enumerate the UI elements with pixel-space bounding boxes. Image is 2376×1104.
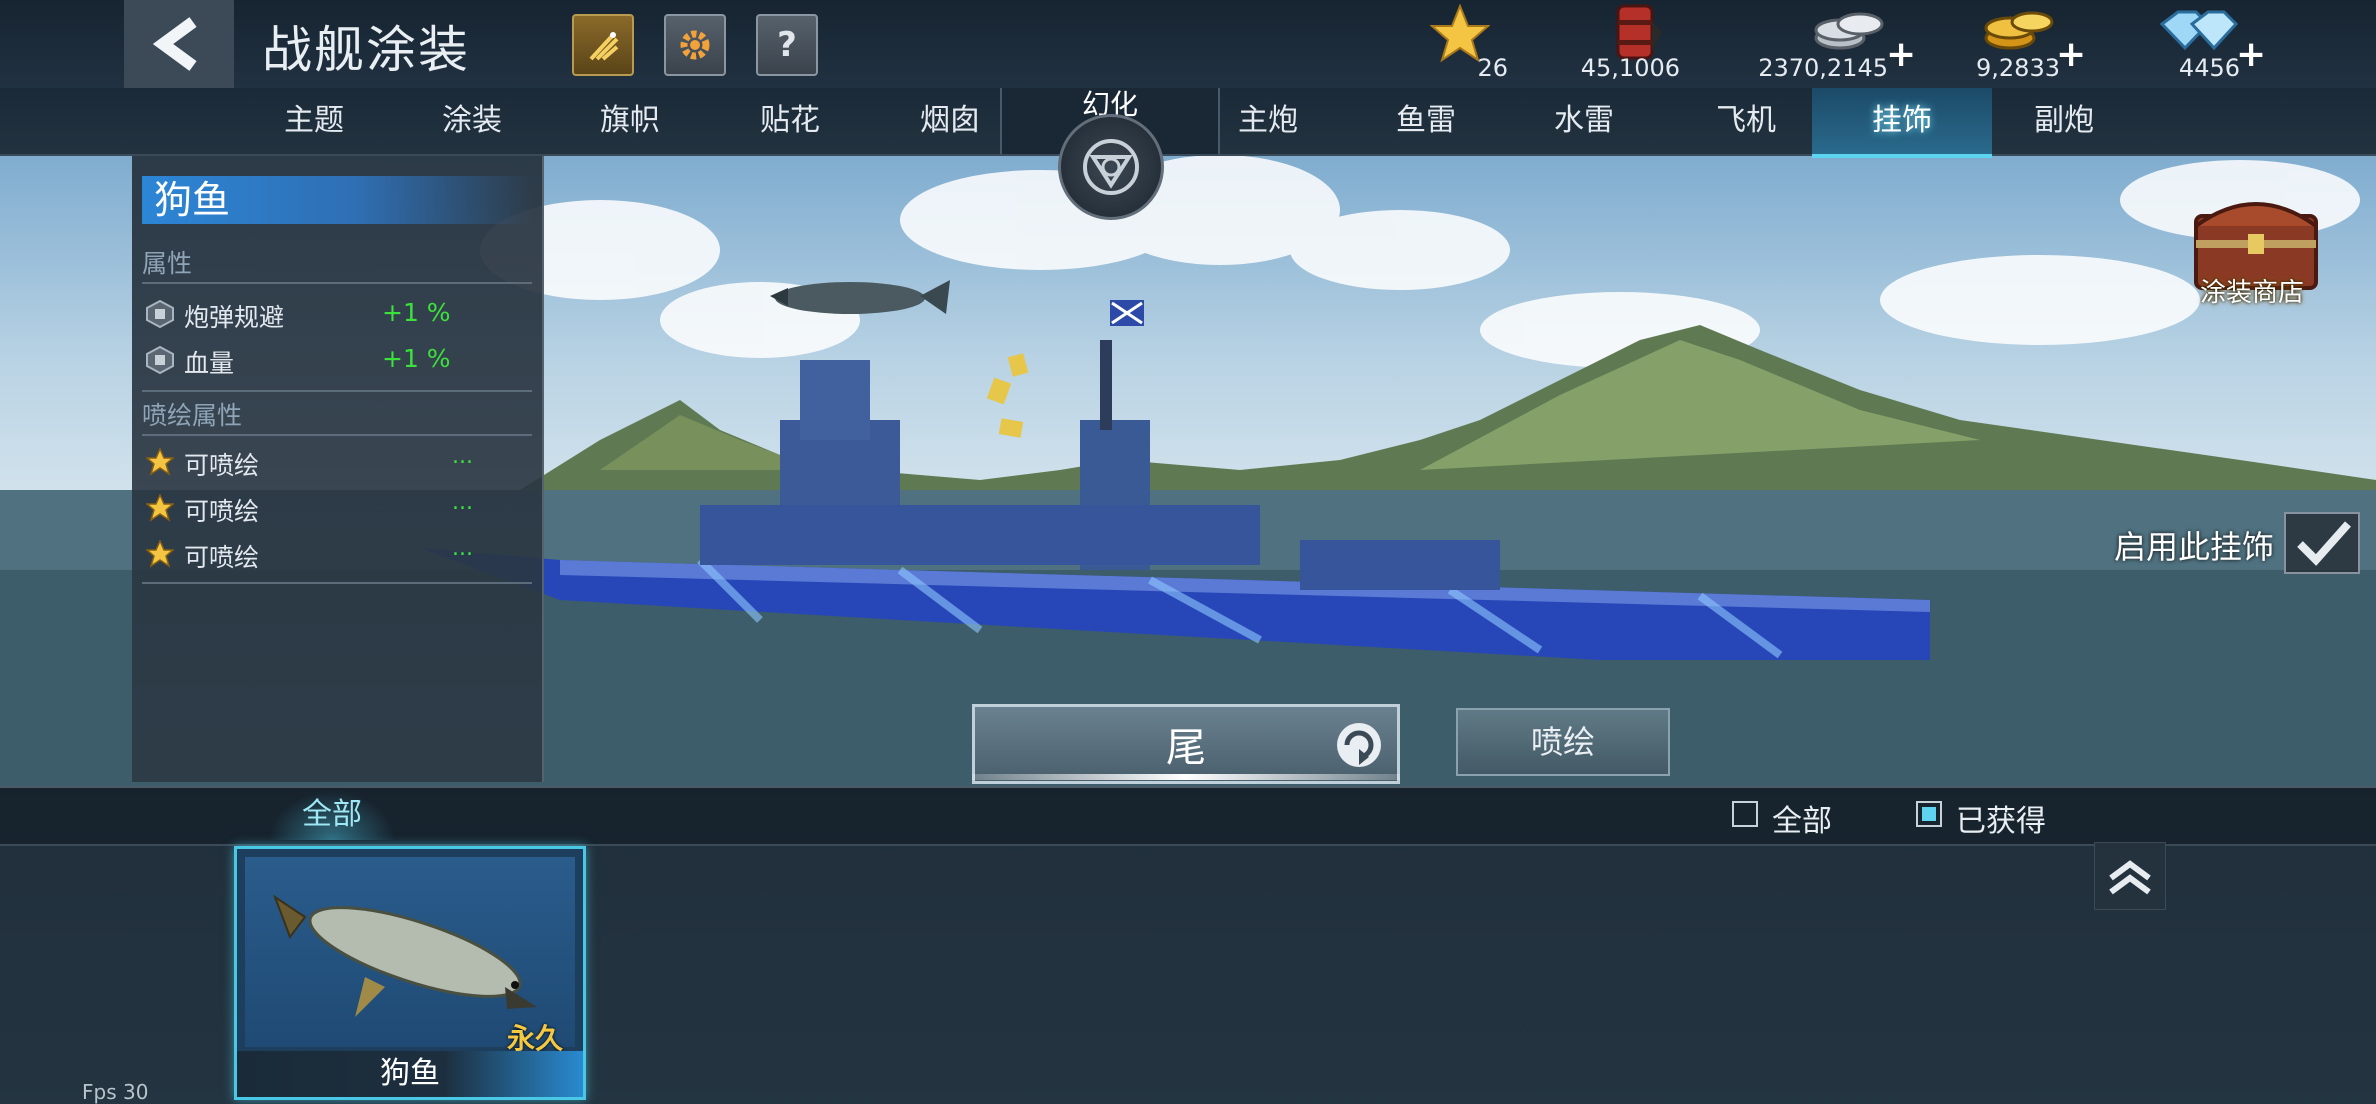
checkbox-all[interactable]: [1732, 801, 1758, 827]
currency-fuel: 45,1006: [1560, 0, 1680, 88]
diamond-add-button[interactable]: +: [2236, 34, 2266, 75]
diamond-value: 4456: [2178, 54, 2240, 82]
top-bar: 战舰涂装 ? 26 45,1006 2370,2145 + 9,2833 + 4…: [0, 0, 2376, 88]
attribute-value: +1 %: [382, 344, 451, 373]
mount-position-label: 尾: [1166, 725, 1206, 771]
shield-badge-icon: [146, 300, 174, 328]
spray-slot[interactable]: 可喷绘 ...: [142, 442, 532, 482]
clouds: [480, 155, 2360, 368]
gold-value: 9,2833: [1976, 54, 2060, 82]
ornament-info-panel: 狗鱼 属性 炮弹规避 +1 % 血量 +1 % 喷绘属性 可喷绘 ... 可喷绘…: [132, 156, 544, 782]
page-title: 战舰涂装: [262, 21, 470, 79]
star-icon: [146, 448, 174, 476]
silver-value: 2370,2145: [1758, 54, 1888, 82]
currency-silver: 2370,2145: [1730, 0, 1888, 88]
enable-ornament-label: 启用此挂饰: [2114, 528, 2275, 566]
mount-position-button[interactable]: 尾: [972, 704, 1400, 784]
fireworks-icon: [589, 32, 619, 61]
rotate-icon: [1337, 723, 1381, 767]
tab-secondary-gun[interactable]: 副炮: [1994, 88, 2134, 154]
fuel-value: 45,1006: [1580, 54, 1680, 82]
divider: [142, 390, 532, 392]
enable-ornament-checkbox[interactable]: [2284, 512, 2360, 574]
back-arrow-icon: [152, 17, 197, 71]
checkmark-icon: [2297, 521, 2351, 566]
spray-slot-label: 可喷绘: [184, 497, 260, 526]
divider: [142, 582, 532, 584]
gold-add-button[interactable]: +: [2056, 34, 2086, 75]
tab-theme[interactable]: 主题: [244, 88, 384, 154]
ornament-item-card[interactable]: 永久 狗鱼: [234, 846, 586, 1100]
gear-icon: [680, 30, 710, 60]
transform-button[interactable]: [1058, 114, 1164, 220]
filter-tab-all[interactable]: 全部: [268, 790, 396, 840]
help-button[interactable]: ?: [756, 14, 818, 76]
gold-coins-icon: [1984, 11, 2054, 50]
currency-gold: 9,2833: [1960, 0, 2060, 88]
fireworks-button[interactable]: [572, 14, 634, 76]
attribute-section-title: 属性: [142, 249, 193, 278]
shield-badge-icon: [146, 346, 174, 374]
tab-torpedo[interactable]: 鱼雷: [1356, 88, 1496, 154]
leaf-particles: [986, 353, 1029, 438]
spray-slot-label: 可喷绘: [184, 451, 260, 480]
attribute-row: 血量 +1 %: [142, 340, 532, 380]
star-value: 26: [1477, 54, 1508, 82]
attribute-label: 炮弹规避: [184, 303, 285, 332]
fps-counter: Fps 30: [82, 1080, 149, 1104]
checkbox-owned-label: 已获得: [1956, 804, 2046, 839]
divider: [142, 434, 532, 436]
tab-decal[interactable]: 贴花: [720, 88, 860, 154]
collapse-button[interactable]: [2094, 842, 2166, 910]
star-icon: [146, 540, 174, 568]
silver-coins-icon: [1814, 12, 1884, 50]
checkbox-all-label: 全部: [1772, 804, 1832, 839]
spray-slot[interactable]: 可喷绘 ...: [142, 534, 532, 574]
silver-add-button[interactable]: +: [1886, 34, 1916, 75]
spray-slot-label: 可喷绘: [184, 543, 260, 572]
attribute-value: +1 %: [382, 298, 451, 327]
spray-slot[interactable]: 可喷绘 ...: [142, 488, 532, 528]
spray-slot-value: ...: [452, 490, 473, 515]
filter-check-owned[interactable]: 已获得: [1916, 798, 2106, 839]
spray-section-title: 喷绘属性: [142, 401, 243, 430]
double-chevron-up-icon: [2109, 860, 2151, 895]
question-icon: ?: [777, 25, 797, 65]
attribute-label: 血量: [184, 349, 235, 378]
enable-ornament-toggle[interactable]: 启用此挂饰: [2110, 512, 2376, 574]
spray-slot-value: ...: [452, 444, 473, 469]
diamond-icon: [2159, 10, 2239, 51]
currency-star: 26: [1420, 0, 1520, 88]
ornament-name: 狗鱼: [142, 176, 532, 224]
paint-shop-label: 涂装商店: [2200, 278, 2305, 308]
attribute-row: 炮弹规避 +1 %: [142, 294, 532, 334]
transform-icon: [1083, 139, 1139, 195]
tab-mine[interactable]: 水雷: [1514, 88, 1654, 154]
button-glow: [972, 774, 1400, 780]
spray-button[interactable]: 喷绘: [1456, 708, 1670, 776]
spray-slot-value: ...: [452, 536, 473, 561]
divider: [142, 282, 532, 284]
tab-aircraft[interactable]: 飞机: [1676, 88, 1816, 154]
back-button[interactable]: [124, 0, 234, 88]
tab-paint[interactable]: 涂装: [402, 88, 542, 154]
tab-funnel[interactable]: 烟囱: [880, 88, 1020, 154]
currency-diamond: 4456: [2150, 0, 2240, 88]
item-name: 狗鱼: [237, 1051, 583, 1097]
checkbox-owned[interactable]: [1916, 801, 1942, 827]
star-icon: [146, 494, 174, 522]
pike-thumbnail: 永久: [245, 857, 575, 1055]
tab-flag[interactable]: 旗帜: [560, 88, 700, 154]
settings-button[interactable]: [664, 14, 726, 76]
tab-ornament[interactable]: 挂饰: [1812, 88, 1992, 158]
filter-check-all[interactable]: 全部: [1732, 798, 1872, 839]
